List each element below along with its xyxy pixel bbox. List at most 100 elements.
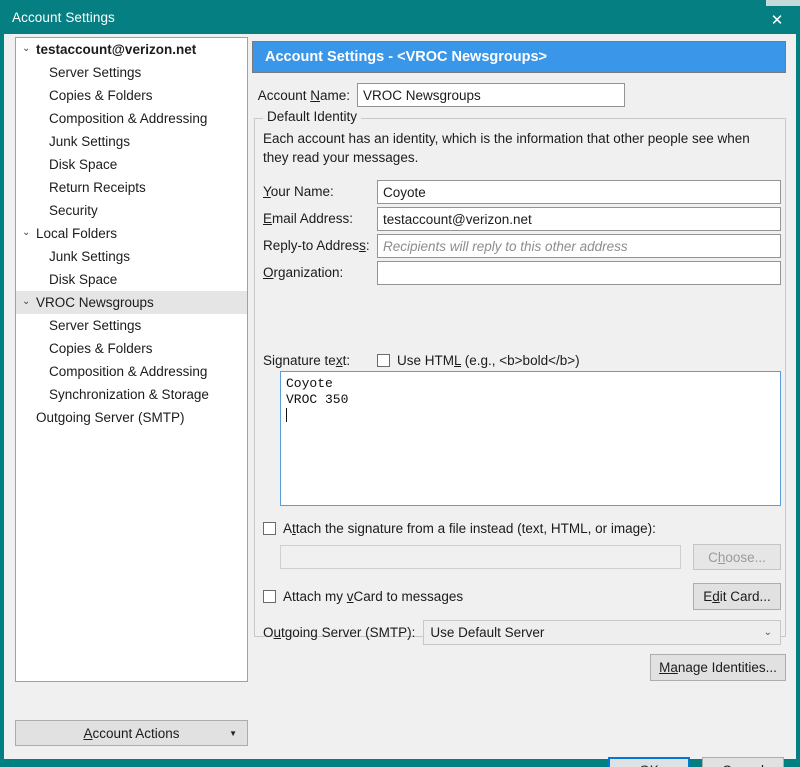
account-name-mnemonic: N	[310, 87, 320, 103]
sidebar-item-synchronization-storage[interactable]: Synchronization & Storage	[16, 383, 247, 406]
sidebar-item-security[interactable]: Security	[16, 199, 247, 222]
choose-label-post: oose...	[725, 549, 766, 565]
your-name-mnemonic: Y	[263, 184, 271, 199]
use-html-label-pre: Use HTM	[397, 352, 454, 368]
chevron-down-icon[interactable]: ⌄	[22, 296, 36, 307]
chevron-down-icon: ▼	[229, 728, 237, 738]
attach-vcard-checkbox[interactable]	[263, 589, 276, 603]
outgoing-server-label: Outgoing Server (SMTP):	[263, 625, 415, 640]
attach-signature-file-row: Attach the signature from a file instead…	[263, 518, 781, 538]
reply-to-address-input[interactable]: Recipients will reply to this other addr…	[377, 233, 781, 258]
default-identity-legend: Default Identity	[263, 109, 362, 124]
sidebar-item-label: Security	[49, 203, 98, 218]
text-caret	[286, 408, 287, 422]
sidebar-item-vroc-newsgroups[interactable]: ⌄ VROC Newsgroups	[16, 291, 247, 314]
signature-line-2: VROC 350	[286, 392, 349, 407]
chevron-down-icon[interactable]: ⌄	[22, 227, 36, 238]
your-name-label-post: our Name:	[270, 184, 334, 199]
sidebar-item-label: Outgoing Server (SMTP)	[36, 410, 185, 425]
vcard-mnemonic: v	[346, 588, 354, 604]
attach-vcard-label: Attach my vCard to messages	[283, 589, 463, 604]
sidebar-item-local-folders[interactable]: ⌄ Local Folders	[16, 222, 247, 245]
sidebar-item-label: Composition & Addressing	[49, 364, 208, 379]
sidebar-item-disk-space[interactable]: Disk Space	[16, 268, 247, 291]
sidebar-item-label: Local Folders	[36, 226, 118, 241]
account-actions-label-rest: ccount Actions	[92, 725, 180, 741]
manage-identities-pre: M	[659, 660, 671, 675]
cancel-button[interactable]: Cancel	[702, 757, 784, 767]
signature-label-row: Signature text: Use HTML (e.g., <b>bold<…	[263, 349, 781, 371]
sidebar-item-composition-addressing[interactable]: Composition & Addressing	[16, 360, 247, 383]
your-name-input[interactable]: Coyote	[377, 179, 781, 204]
manage-identities-mnemonic: a	[670, 660, 678, 675]
close-icon[interactable]: ✕	[754, 6, 800, 34]
account-name-row: Account Name: VROC Newsgroups	[252, 83, 786, 107]
signature-textarea[interactable]: Coyote VROC 350	[280, 371, 781, 506]
signature-file-row: Ch oose...	[280, 544, 781, 570]
sidebar-item-return-receipts[interactable]: Return Receipts	[16, 176, 247, 199]
sidebar-item-junk-settings[interactable]: Junk Settings	[16, 130, 247, 153]
edit-card-label-pre: E	[703, 588, 713, 604]
account-actions-button[interactable]: Account Actions ▼	[15, 720, 248, 746]
signature-label-mnemonic: x	[335, 352, 343, 368]
use-html-mnemonic: L	[454, 352, 462, 368]
use-html-label-post: (e.g., <b>bold</b>)	[461, 352, 580, 368]
organization-input[interactable]	[377, 260, 781, 285]
smtp-label-post: tgoing Server (SMTP):	[281, 624, 416, 640]
your-name-label: Your Name:	[263, 184, 377, 199]
sidebar-item-label: Disk Space	[49, 272, 118, 287]
attach-file-label-post: tach the signature from a file instead (…	[295, 520, 656, 536]
attach-signature-file-checkbox[interactable]	[263, 521, 276, 535]
sidebar-item-label: Junk Settings	[49, 249, 131, 264]
settings-tree[interactable]: ⌄ testaccount@verizon.net Server Settings C…	[15, 37, 248, 682]
choose-button[interactable]: Ch oose...	[693, 544, 781, 570]
sidebar-item-label: VROC Newsgroups	[36, 295, 154, 310]
sidebar-item-composition-addressing[interactable]: Composition & Addressing	[16, 107, 247, 130]
reply-to-address-label: Reply-to Address:	[263, 238, 377, 253]
sidebar-item-junk-settings[interactable]: Junk Settings	[16, 245, 247, 268]
sidebar-item-label: Copies & Folders	[49, 341, 153, 356]
ok-button[interactable]: OK	[608, 757, 690, 767]
sidebar-item-disk-space[interactable]: Disk Space	[16, 153, 247, 176]
vcard-row: Attach my vCard to messages Ed it Card...	[263, 582, 781, 610]
sidebar-item-server-settings[interactable]: Server Settings	[16, 314, 247, 337]
email-address-mnemonic: E	[263, 211, 273, 226]
use-html-checkbox[interactable]	[377, 353, 390, 367]
chevron-down-icon[interactable]: ⌄	[22, 43, 36, 54]
sidebar-item-label: Return Receipts	[49, 180, 146, 195]
default-identity-group: Default Identity Each account has an ide…	[254, 109, 786, 645]
signature-label-post: t:	[342, 352, 351, 368]
manage-identities-button[interactable]: Ma nage Identities...	[650, 654, 786, 681]
edit-card-label-post: it Card...	[719, 588, 771, 604]
sidebar-item-copies-folders[interactable]: Copies & Folders	[16, 84, 247, 107]
edit-card-mnemonic: d	[712, 588, 720, 604]
organization-label-post: rganization:	[273, 265, 344, 280]
organization-label: Organization:	[263, 265, 377, 280]
account-name-input[interactable]: VROC Newsgroups	[357, 83, 625, 107]
email-address-input[interactable]: testaccount@verizon.net	[377, 206, 781, 231]
smtp-label-pre: O	[263, 624, 274, 640]
vcard-label-pre: Attach my	[283, 588, 347, 604]
sidebar-item-server-settings[interactable]: Server Settings	[16, 61, 247, 84]
sidebar-item-outgoing-server-smtp[interactable]: Outgoing Server (SMTP)	[16, 406, 247, 429]
email-address-label: Email Address:	[263, 211, 377, 226]
chevron-down-icon: ⌄	[763, 626, 772, 638]
signature-label-pre: Signature te	[263, 352, 336, 368]
sidebar-item-label: Server Settings	[49, 318, 142, 333]
signature-file-path-input[interactable]	[280, 545, 681, 569]
organization-row: Organization:	[263, 260, 781, 285]
email-address-label-post: mail Address:	[272, 211, 354, 226]
outgoing-server-select[interactable]: Use Default Server ⌄	[423, 619, 781, 645]
sidebar-item-label: Junk Settings	[49, 134, 131, 149]
your-name-row: Your Name: Coyote	[263, 179, 781, 204]
sidebar-item-label: Synchronization & Storage	[49, 387, 209, 402]
sidebar-item-testaccount-verizon-net[interactable]: ⌄ testaccount@verizon.net	[16, 38, 247, 61]
manage-identities-post: nage Identities...	[677, 660, 777, 675]
signature-line-1: Coyote	[286, 376, 333, 391]
edit-card-button[interactable]: Ed it Card...	[693, 582, 781, 610]
account-actions-label: Account Actions	[83, 726, 179, 741]
choose-mnemonic: h	[717, 549, 726, 565]
account-name-label-post: ame:	[319, 87, 350, 103]
organization-mnemonic: O	[263, 265, 274, 280]
sidebar-item-copies-folders[interactable]: Copies & Folders	[16, 337, 247, 360]
